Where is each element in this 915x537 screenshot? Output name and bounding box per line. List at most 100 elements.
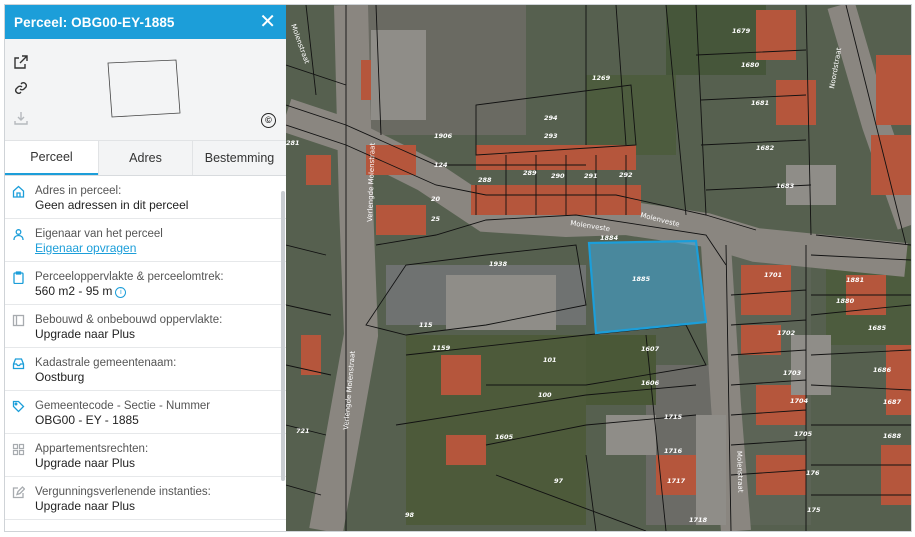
- parcel-label: 124: [434, 161, 448, 169]
- parcel-label: 1701: [764, 271, 782, 279]
- row-value: Upgrade naar Plus: [35, 327, 136, 341]
- parcel-label: 1269: [592, 74, 611, 82]
- parcel-label: 1717: [667, 477, 686, 485]
- area-value: 560 m2 - 95 m: [35, 284, 113, 298]
- list-item: Adres in perceel: Geen adressen in dit pe…: [5, 176, 286, 219]
- parcel-label: 97: [554, 477, 564, 485]
- panel-header: Perceel: OBG00-EY-1885 ✕: [5, 5, 286, 39]
- row-label: Adres in perceel:: [35, 185, 122, 197]
- parcel-label: 293: [544, 132, 558, 140]
- list-item: Gemeentecode - Sectie - Nummer OBG00 - EY…: [5, 391, 286, 434]
- request-owner-link[interactable]: Eigenaar opvragen: [35, 241, 163, 256]
- house-icon: [12, 185, 27, 200]
- parcel-label: 1607: [641, 345, 660, 353]
- parcel-label: 1606: [641, 379, 660, 387]
- parcel-label: 721: [296, 427, 310, 435]
- parcel-label: 1703: [783, 369, 802, 377]
- parcel-label: 288: [478, 176, 492, 184]
- parcel-label: 289: [523, 169, 537, 177]
- link-icon[interactable]: [13, 80, 29, 96]
- download-icon[interactable]: [13, 110, 29, 126]
- parcel-label: 25: [431, 215, 441, 223]
- tab-adres[interactable]: Adres: [98, 141, 192, 175]
- list-item: Appartementsrechten: Upgrade naar Plus: [5, 434, 286, 477]
- row-label: Gemeentecode - Sectie - Nummer: [35, 400, 211, 412]
- inbox-icon: [12, 357, 27, 372]
- parcel-label: 1705: [794, 430, 813, 438]
- parcel-label: 1159: [432, 344, 451, 352]
- parcel-label: 1881: [846, 276, 864, 284]
- list-item: Vergunningsverlenende instanties: Upgrade…: [5, 477, 286, 520]
- copyright-icon[interactable]: ©: [261, 113, 276, 128]
- row-label: Eigenaar van het perceel: [35, 228, 163, 240]
- row-label: Bebouwd & onbebouwd oppervlakte:: [35, 314, 223, 326]
- tab-perceel[interactable]: Perceel: [5, 141, 98, 175]
- parcel-label: 1880: [836, 297, 855, 305]
- row-value: Geen adressen in dit perceel: [35, 198, 189, 212]
- parcel-label: 1938: [489, 260, 508, 268]
- parcel-label: 291: [584, 172, 598, 180]
- parcel-label: 290: [551, 172, 565, 180]
- parcel-label: 1884: [600, 234, 619, 242]
- row-label: Perceeloppervlakte & perceelomtrek:: [35, 271, 224, 283]
- parcel-label: 1680: [741, 61, 760, 69]
- row-value: Upgrade naar Plus: [35, 456, 136, 470]
- row-label: Kadastrale gemeentenaam:: [35, 357, 177, 369]
- parcel-label: 1679: [732, 27, 751, 35]
- parcel-label: 20: [431, 195, 441, 203]
- row-label: Appartementsrechten:: [35, 443, 149, 455]
- parcel-label: 281: [286, 139, 300, 147]
- row-value: Upgrade naar Plus: [35, 499, 136, 513]
- parcel-label: 1718: [689, 516, 708, 524]
- grid-icon: [12, 443, 27, 458]
- parcel-info-panel: Perceel: OBG00-EY-1885 ✕ © Perceel Adres…: [5, 5, 287, 531]
- parcel-label: 1683: [776, 182, 795, 190]
- external-link-icon[interactable]: [13, 54, 29, 70]
- parcel-outline-shape: [107, 59, 181, 118]
- list-item: Kadastrale gemeentenaam: Oostburg: [5, 348, 286, 391]
- parcel-label: 1716: [664, 447, 683, 455]
- parcel-label: 1687: [883, 398, 902, 406]
- panel-tabs: Perceel Adres Bestemming: [5, 141, 286, 176]
- map-view[interactable]: Molenveste Molenveste Molenstraat Verlen…: [286, 5, 911, 531]
- row-value: OBG00 - EY - 1885: [35, 413, 139, 427]
- parcel-label: 294: [544, 114, 558, 122]
- parcel-label: 115: [419, 321, 433, 329]
- parcel-label: 1885: [632, 275, 651, 283]
- parcel-label: 1681: [751, 99, 769, 107]
- close-icon[interactable]: ✕: [259, 12, 276, 32]
- row-label: Vergunningsverlenende instanties:: [35, 486, 211, 498]
- edit-icon: [12, 486, 27, 501]
- parcel-preview: ©: [5, 39, 286, 141]
- parcel-label: 292: [619, 171, 633, 179]
- row-value: Oostburg: [35, 370, 85, 384]
- panel-title: Perceel: OBG00-EY-1885: [14, 14, 175, 30]
- row-value: 560 m2 - 95 mi: [35, 284, 224, 299]
- panel-scrollbar[interactable]: [281, 191, 285, 481]
- list-item: Perceeloppervlakte & perceelomtrek: 560 m…: [5, 262, 286, 305]
- parcel-label: 101: [543, 356, 557, 364]
- parcel-label: 1682: [756, 144, 775, 152]
- parcel-label: 1906: [434, 132, 453, 140]
- street-label: Molenstraat: [735, 451, 744, 493]
- tab-bestemming[interactable]: Bestemming: [192, 141, 286, 175]
- parcel-label: 1702: [777, 329, 796, 337]
- info-icon[interactable]: i: [115, 287, 127, 298]
- parcel-label: 1704: [790, 397, 809, 405]
- list-item: Eigenaar van het perceel Eigenaar opvrage…: [5, 219, 286, 262]
- parcel-label: 1686: [873, 366, 892, 374]
- parcel-label: 176: [806, 469, 820, 477]
- parcel-label: 1605: [495, 433, 514, 441]
- parcel-label: 175: [807, 506, 821, 514]
- aerial-map[interactable]: Molenveste Molenveste Molenstraat Verlen…: [286, 5, 911, 531]
- parcel-label: 98: [405, 511, 415, 519]
- parcel-label: 100: [538, 391, 552, 399]
- parcel-label: 1685: [868, 324, 887, 332]
- info-list: Adres in perceel: Geen adressen in dit pe…: [5, 176, 286, 520]
- parcel-label: 1688: [883, 432, 902, 440]
- clipboard-icon: [12, 271, 27, 286]
- selected-parcel-1885[interactable]: [587, 239, 708, 335]
- layout-icon: [12, 314, 27, 329]
- parcel-label: 1715: [664, 413, 683, 421]
- list-item: Bebouwd & onbebouwd oppervlakte: Upgrade …: [5, 305, 286, 348]
